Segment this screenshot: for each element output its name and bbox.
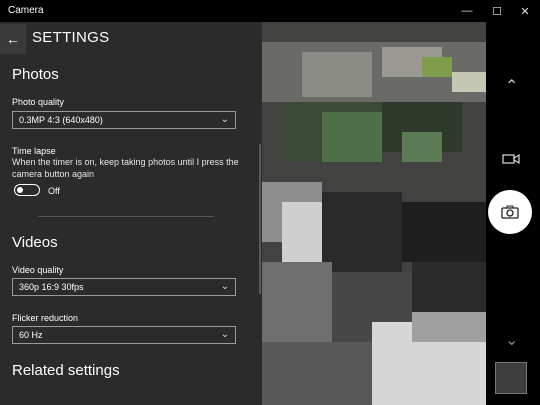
last-photo-thumbnail[interactable] (495, 362, 527, 394)
chevron-up-icon[interactable]: ⌃ (505, 76, 518, 96)
photo-quality-label: Photo quality (12, 97, 65, 107)
scrollbar[interactable] (259, 144, 261, 294)
title-bar: Camera — ☐ ✕ (0, 0, 540, 22)
video-quality-value: 360p 16:9 30fps (19, 282, 84, 292)
video-quality-label: Video quality (12, 265, 64, 275)
arrow-left-icon: ← (6, 31, 20, 47)
video-quality-dropdown[interactable]: 360p 16:9 30fps ⌄ (12, 278, 236, 296)
videos-heading: Videos (12, 234, 58, 251)
related-settings-heading: Related settings (12, 362, 120, 379)
chevron-down-icon[interactable]: ⌄ (505, 330, 518, 350)
minimize-button[interactable]: — (452, 0, 482, 22)
capture-photo-button[interactable] (488, 190, 532, 234)
flicker-reduction-label: Flicker reduction (12, 313, 79, 323)
time-lapse-description: When the timer is on, keep taking photos… (12, 157, 239, 179)
toggle-knob (17, 186, 23, 193)
divider (38, 216, 214, 217)
photo-quality-value: 0.3MP 4:3 (640x480) (19, 115, 103, 125)
settings-panel: ← SETTINGS Photos Photo quality 0.3MP 4:… (0, 22, 262, 405)
back-button[interactable]: ← (0, 24, 26, 54)
pixelated-preview-image (262, 22, 486, 405)
time-lapse-state: Off (48, 186, 60, 196)
photo-camera-icon (501, 205, 519, 219)
chevron-down-icon: ⌄ (220, 281, 229, 292)
maximize-button[interactable]: ☐ (482, 0, 512, 22)
photo-quality-dropdown[interactable]: 0.3MP 4:3 (640x480) ⌄ (12, 111, 236, 129)
flicker-reduction-value: 60 Hz (19, 330, 43, 340)
time-lapse-toggle[interactable] (14, 184, 40, 196)
chevron-down-icon: ⌄ (220, 329, 229, 340)
page-title: SETTINGS (32, 29, 110, 46)
app-title: Camera (8, 5, 44, 16)
flicker-reduction-dropdown[interactable]: 60 Hz ⌄ (12, 326, 236, 344)
photos-heading: Photos (12, 66, 59, 83)
close-button[interactable]: ✕ (510, 0, 540, 22)
time-lapse-label: Time lapse (12, 146, 56, 156)
video-camera-icon[interactable] (502, 153, 520, 165)
chevron-down-icon: ⌄ (220, 114, 229, 125)
camera-preview (262, 22, 486, 405)
